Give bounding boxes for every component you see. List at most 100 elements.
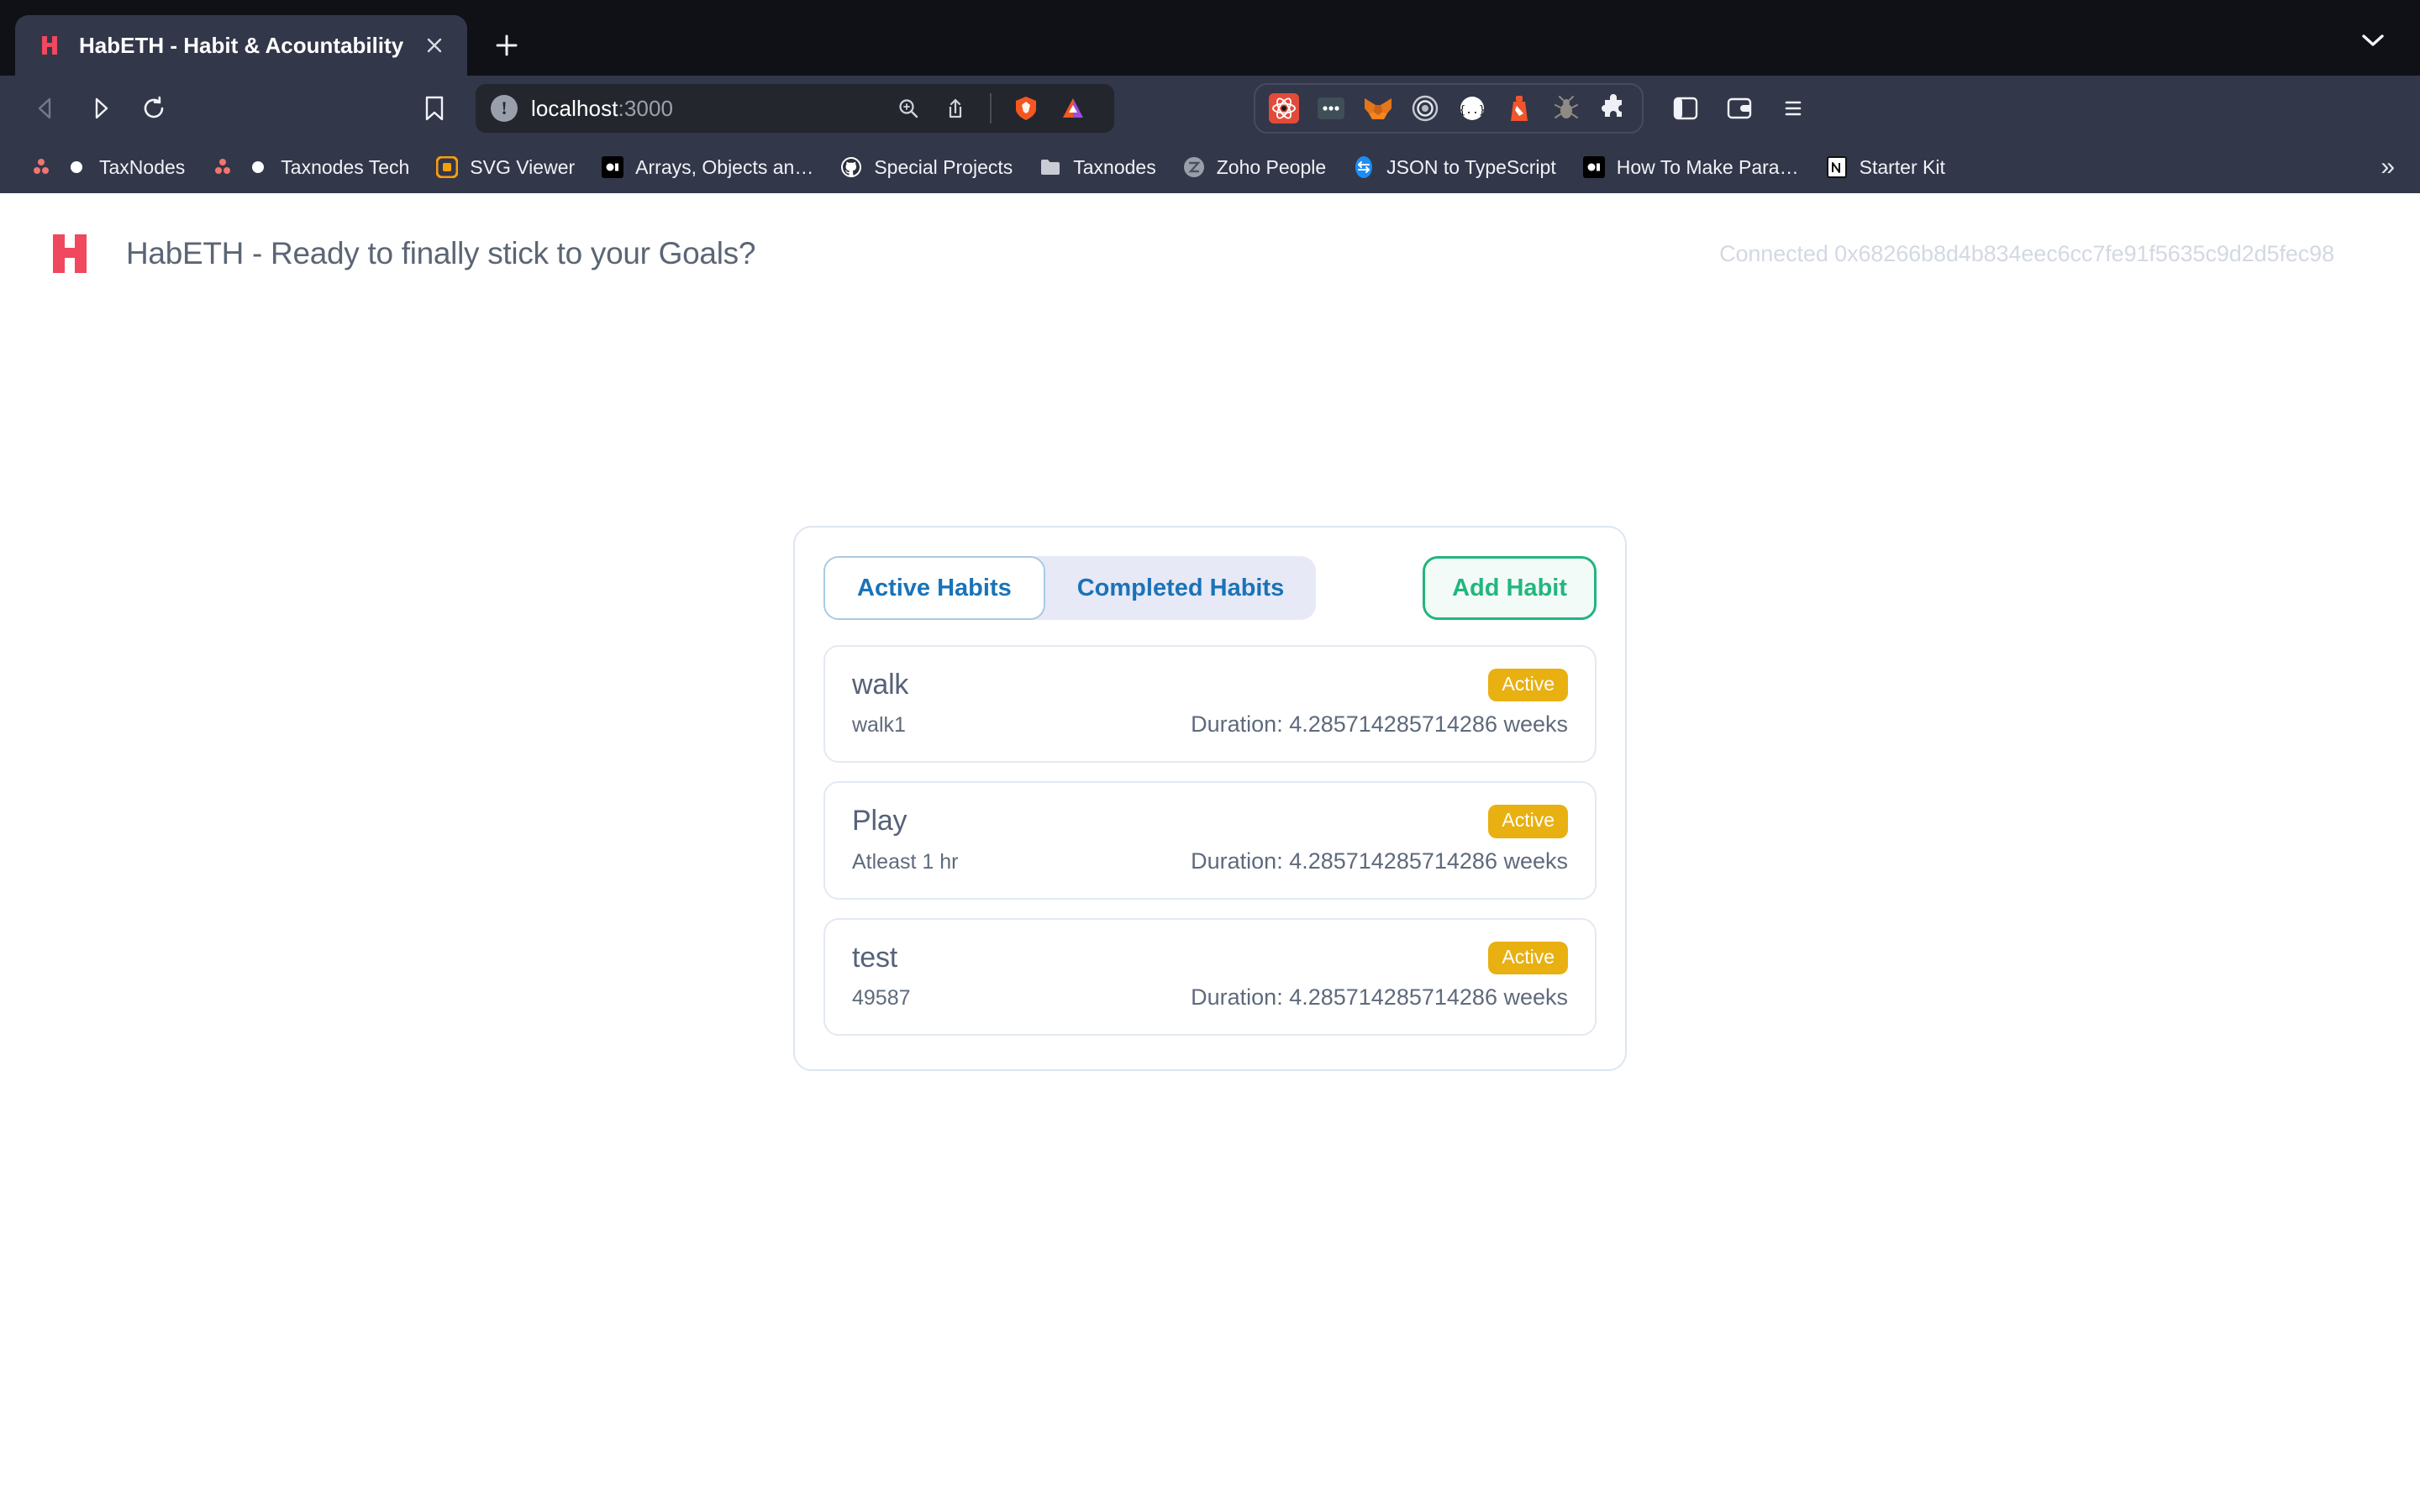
zoom-in-icon[interactable] xyxy=(887,87,929,129)
habit-card-header: Play Active xyxy=(852,805,1568,838)
metamask-extension-icon[interactable] xyxy=(1360,90,1397,127)
share-icon[interactable] xyxy=(934,87,976,129)
url-port: :3000 xyxy=(618,95,674,121)
svg-text:{..}: {..} xyxy=(1459,104,1485,117)
notion-icon xyxy=(1824,155,1849,180)
react-devtools-extension-icon[interactable] xyxy=(1265,90,1302,127)
browser-menu-icon[interactable] xyxy=(1771,87,1815,130)
bookmark-item[interactable]: Arrays, Objects an… xyxy=(588,148,825,186)
habit-filter-tabs: Active Habits Completed Habits xyxy=(823,556,1317,620)
habit-duration: Duration: 4.285714285714286 weeks xyxy=(1191,848,1568,874)
habit-card[interactable]: test Active 49587 Duration: 4.2857142857… xyxy=(823,917,1597,1036)
address-bar[interactable]: ! localhost:3000 xyxy=(476,84,1114,133)
bookmarks-overflow-button[interactable]: » xyxy=(2381,155,2395,180)
add-habit-button[interactable]: Add Habit xyxy=(1423,556,1597,620)
tab-completed-habits[interactable]: Completed Habits xyxy=(1045,556,1317,620)
habit-card-header: test Active xyxy=(852,941,1568,974)
wallet-connection-status: Connected 0x68266b8d4b834eec6cc7fe91f563… xyxy=(1719,240,2334,266)
habit-name: test xyxy=(852,941,898,974)
bookmark-item[interactable]: How To Make Para… xyxy=(1570,148,1811,186)
url-action-group xyxy=(887,87,1099,129)
extensions-group: {..} xyxy=(1254,83,1644,134)
status-badge: Active xyxy=(1488,669,1568,702)
url-text: localhost:3000 xyxy=(531,96,874,122)
bookmark-item[interactable]: Special Projects xyxy=(827,148,1024,186)
wallet-icon[interactable] xyxy=(1718,87,1761,130)
brave-shields-icon[interactable] xyxy=(1005,87,1047,129)
tab-completed-habits-label: Completed Habits xyxy=(1076,574,1285,601)
habits-panel: Active Habits Completed Habits Add Habit… xyxy=(793,526,1627,1071)
new-tab-button[interactable] xyxy=(479,15,534,76)
page-viewport: HabETH - Ready to finally stick to your … xyxy=(0,193,2420,1512)
habit-duration: Duration: 4.285714285714286 weeks xyxy=(1191,984,1568,1010)
close-icon[interactable] xyxy=(420,31,449,60)
reload-button[interactable] xyxy=(129,84,178,133)
bookmark-label: SVG Viewer xyxy=(470,155,576,178)
add-habit-label: Add Habit xyxy=(1452,574,1567,601)
bat-rewards-icon[interactable] xyxy=(1052,87,1094,129)
taxnodes-tech-icon xyxy=(210,155,235,180)
dots-extension-icon[interactable] xyxy=(1313,90,1349,127)
taxnodes-icon xyxy=(29,155,54,180)
puzzle-extension-icon[interactable] xyxy=(1595,90,1632,127)
back-button[interactable] xyxy=(22,84,71,133)
habit-list: walk Active walk1 Duration: 4.2857142857… xyxy=(823,645,1597,1036)
bookmarks-bar: TaxNodes Taxnodes Tech SVG Viewer Arrays… xyxy=(0,141,2420,193)
bookmark-label: Special Projects xyxy=(874,155,1013,178)
bug-extension-icon[interactable] xyxy=(1548,90,1585,127)
bookmark-label: TaxNodes xyxy=(99,155,186,178)
url-host: localhost xyxy=(531,95,618,121)
github-icon xyxy=(839,155,864,180)
forward-button[interactable] xyxy=(76,84,124,133)
bookmark-item[interactable]: Taxnodes xyxy=(1026,148,1167,186)
bookmark-item[interactable]: Taxnodes Tech xyxy=(198,148,421,186)
tab-strip: HabETH - Habit & Acountability xyxy=(0,0,2420,76)
bookmark-icon[interactable] xyxy=(410,84,459,133)
app-header: HabETH - Ready to finally stick to your … xyxy=(0,193,2420,276)
habit-card[interactable]: Play Active Atleast 1 hr Duration: 4.285… xyxy=(823,781,1597,900)
bookmark-label: How To Make Para… xyxy=(1616,155,1799,178)
panel-toolbar: Active Habits Completed Habits Add Habit xyxy=(823,556,1597,620)
habeth-logo-icon xyxy=(50,232,94,276)
habit-card-body: 49587 Duration: 4.285714285714286 weeks xyxy=(852,984,1568,1011)
sidebar-icon[interactable] xyxy=(1664,87,1707,130)
lighthouse-extension-icon[interactable] xyxy=(1501,90,1538,127)
browser-tab[interactable]: HabETH - Habit & Acountability xyxy=(15,15,468,76)
habit-description: walk1 xyxy=(852,713,906,738)
habeth-favicon xyxy=(37,33,62,58)
habit-card-header: walk Active xyxy=(852,669,1568,702)
habit-card[interactable]: walk Active walk1 Duration: 4.2857142857… xyxy=(823,645,1597,764)
habit-name: walk xyxy=(852,669,909,701)
bookmark-item[interactable]: Zoho People xyxy=(1170,148,1338,186)
json-to-ts-icon xyxy=(1351,155,1376,180)
status-dot-icon xyxy=(64,155,89,180)
svg-viewer-icon xyxy=(434,155,460,180)
bookmark-label: Zoho People xyxy=(1216,155,1327,178)
bookmark-label: Taxnodes xyxy=(1073,155,1156,178)
json-viewer-extension-icon[interactable]: {..} xyxy=(1454,90,1491,127)
browser-toolbar: ! localhost:3000 {..} xyxy=(0,76,2420,141)
bookmark-label: Starter Kit xyxy=(1859,155,1945,178)
habit-card-body: Atleast 1 hr Duration: 4.285714285714286… xyxy=(852,848,1568,874)
tab-title: HabETH - Habit & Acountability xyxy=(79,32,404,58)
bookmark-label: Taxnodes Tech xyxy=(281,155,410,178)
bookmark-item[interactable]: Starter Kit xyxy=(1812,148,1957,186)
tab-active-habits-label: Active Habits xyxy=(857,574,1012,601)
habit-duration: Duration: 4.285714285714286 weeks xyxy=(1191,711,1568,738)
not-secure-icon[interactable]: ! xyxy=(491,95,518,122)
browser-window: HabETH - Habit & Acountability ! localho… xyxy=(0,0,2420,1512)
tab-search-chevron-icon[interactable] xyxy=(2354,22,2391,59)
zoho-icon xyxy=(1181,155,1207,180)
habit-description: 49587 xyxy=(852,985,911,1010)
bookmark-item[interactable]: TaxNodes xyxy=(17,148,197,186)
status-badge: Active xyxy=(1488,805,1568,838)
tab-active-habits[interactable]: Active Habits xyxy=(823,556,1045,620)
bookmark-label: JSON to TypeScript xyxy=(1386,155,1556,178)
notion-doc-icon xyxy=(600,155,625,180)
bookmark-item[interactable]: SVG Viewer xyxy=(423,148,587,186)
habit-card-body: walk1 Duration: 4.285714285714286 weeks xyxy=(852,711,1568,738)
bookmark-label: Arrays, Objects an… xyxy=(635,155,814,178)
target-extension-icon[interactable] xyxy=(1407,90,1444,127)
bookmark-item[interactable]: JSON to TypeScript xyxy=(1339,148,1568,186)
habit-description: Atleast 1 hr xyxy=(852,849,959,874)
